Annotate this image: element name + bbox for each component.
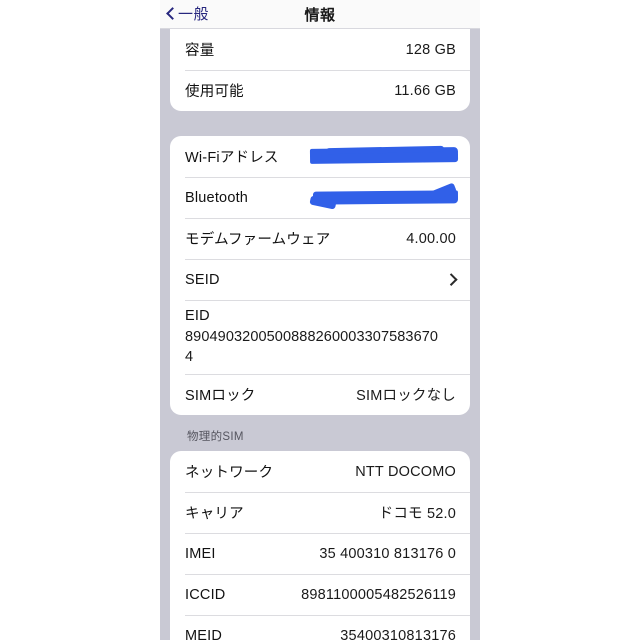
row-value: 11.66 GB	[394, 82, 456, 99]
card-physical-sim: ネットワーク NTT DOCOMO キャリア ドコモ 52.0 IMEI 35 …	[170, 451, 470, 640]
row-label: SIMロック	[185, 388, 256, 404]
table-row-seid[interactable]: SEID	[170, 259, 470, 300]
table-row-imei[interactable]: IMEI 35 400310 813176 0	[170, 533, 470, 574]
card-device-identifiers: Wi-Fiアドレス Bluetooth モデムファームウェア 4.00.00 S…	[170, 136, 470, 415]
navigation-bar: 一般 情報	[160, 0, 480, 29]
row-label: EID	[185, 308, 210, 324]
row-value: SIMロックなし	[356, 388, 456, 404]
row-value: NTT DOCOMO	[355, 463, 456, 480]
card-storage: 容量 128 GB 使用可能 11.66 GB	[170, 29, 470, 111]
back-button-label: 一般	[178, 5, 210, 23]
table-row-network[interactable]: ネットワーク NTT DOCOMO	[170, 451, 470, 492]
back-button[interactable]: 一般	[160, 7, 209, 22]
row-label: キャリア	[185, 506, 244, 522]
table-row-iccid[interactable]: ICCID 8981100005482526119	[170, 574, 470, 615]
settings-list: 容量 128 GB 使用可能 11.66 GB Wi-Fiアドレス Blueto…	[160, 29, 480, 640]
row-value: 35400310813176	[340, 627, 456, 640]
row-label: ICCID	[185, 586, 226, 603]
phone-screen: 一般 情報 容量 128 GB 使用可能 11.66 GB Wi-Fiアドレス …	[160, 0, 480, 640]
row-label: Wi-Fiアドレス	[185, 150, 279, 166]
row-value: ドコモ 52.0	[378, 506, 456, 522]
table-row-wifi-address[interactable]: Wi-Fiアドレス	[170, 136, 470, 177]
table-row-bluetooth[interactable]: Bluetooth	[170, 177, 470, 218]
row-label: ネットワーク	[185, 465, 274, 481]
table-row-modem-firmware[interactable]: モデムファームウェア 4.00.00	[170, 218, 470, 259]
row-label: 容量	[185, 43, 215, 59]
row-label: IMEI	[185, 545, 216, 562]
table-row[interactable]: 容量 128 GB	[170, 29, 470, 70]
row-label: Bluetooth	[185, 189, 249, 206]
chevron-right-icon	[447, 273, 456, 286]
row-value: 35 400310 813176 0	[319, 545, 456, 562]
row-label: SEID	[185, 271, 220, 288]
table-row-carrier[interactable]: キャリア ドコモ 52.0	[170, 492, 470, 533]
table-row-sim-lock[interactable]: SIMロック SIMロックなし	[170, 374, 470, 415]
row-value: 128 GB	[405, 41, 456, 58]
screenshot-root: 一般 情報 容量 128 GB 使用可能 11.66 GB Wi-Fiアドレス …	[0, 0, 640, 640]
row-value: 89049032005008882600033075836704	[185, 329, 439, 365]
table-row[interactable]: 使用可能 11.66 GB	[170, 70, 470, 111]
chevron-left-icon	[165, 7, 175, 21]
row-label: モデムファームウェア	[185, 232, 331, 248]
row-label: 使用可能	[185, 84, 244, 100]
row-value: 8981100005482526119	[301, 586, 456, 603]
section-header-physical-sim: 物理的SIM	[187, 431, 244, 443]
row-value: 4.00.00	[406, 230, 456, 247]
table-row-eid[interactable]: EID 89049032005008882600033075836704	[170, 300, 470, 374]
row-label: MEID	[185, 627, 223, 640]
table-row-meid[interactable]: MEID 35400310813176	[170, 615, 470, 640]
